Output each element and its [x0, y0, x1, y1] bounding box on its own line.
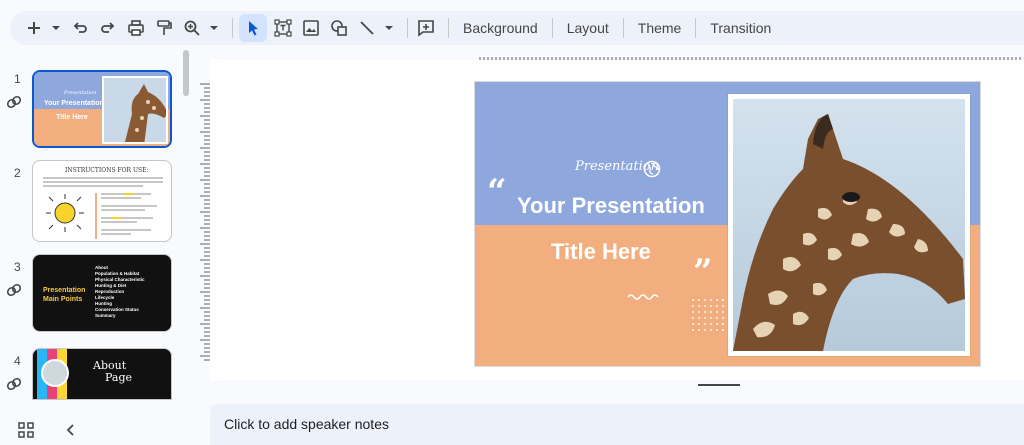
- zoom-button[interactable]: [180, 14, 204, 42]
- thumb-title-line-1: Your Presentation: [44, 100, 104, 107]
- new-slide-button[interactable]: [22, 14, 46, 42]
- undo-button[interactable]: [68, 14, 92, 42]
- toolbar-divider: [695, 18, 697, 38]
- caret-icon: [52, 26, 60, 30]
- canvas-scroll-indicator[interactable]: [698, 384, 740, 386]
- globe-icon: [643, 160, 661, 178]
- slide-number: 3: [14, 260, 21, 274]
- image-button[interactable]: [299, 14, 323, 42]
- instructions-thumbnail-content: [43, 177, 163, 239]
- thumb-heading: INSTRUCTIONS FOR USE:: [65, 167, 149, 174]
- filmstrip-scrollbar[interactable]: [183, 50, 189, 96]
- toolbar-divider: [407, 18, 408, 38]
- quote-close-mark: ”: [693, 252, 713, 292]
- slide-number: 4: [14, 354, 21, 368]
- undo-icon: [73, 22, 87, 33]
- slide-number: 2: [14, 166, 21, 180]
- shape-button[interactable]: [327, 14, 351, 42]
- link-icon: [6, 95, 22, 109]
- line-button[interactable]: [355, 14, 379, 42]
- thumb-brand: Presentation: [64, 90, 97, 96]
- shape-icon: [331, 20, 347, 36]
- thumb-title-line-2: Title Here: [56, 114, 88, 121]
- giraffe-image: [125, 84, 166, 142]
- print-icon: [128, 20, 144, 36]
- thumb-title-line-2: Page: [105, 371, 133, 384]
- slide-thumbnail[interactable]: About Page: [32, 348, 172, 400]
- slide-thumbnail[interactable]: Presentation Main Points About Populatio…: [32, 254, 172, 332]
- chevron-left-icon[interactable]: [64, 422, 78, 438]
- slide-thumbnail[interactable]: INSTRUCTIONS FOR USE:: [32, 160, 172, 242]
- link-icon: [6, 283, 22, 297]
- paint-format-button[interactable]: [152, 14, 176, 42]
- select-button[interactable]: [239, 14, 267, 42]
- grid-view-icon[interactable]: [18, 422, 34, 438]
- layout-button[interactable]: Layout: [559, 14, 617, 42]
- quote-open-mark: “: [487, 172, 507, 212]
- caret-icon: [210, 26, 218, 30]
- add-comment-button[interactable]: [414, 14, 438, 42]
- slide-main[interactable]: Presentation “ Your Presentation Title H…: [474, 81, 981, 367]
- slide-filmstrip: 1 Presentation Your Presentation Title H…: [0, 50, 195, 401]
- plus-icon: [28, 22, 40, 34]
- thumb-title-line-2: Main Points: [43, 296, 83, 303]
- textbox-button[interactable]: [271, 14, 295, 42]
- filmstrip-slide-1[interactable]: 1 Presentation Your Presentation Title H…: [0, 62, 180, 148]
- line-dropdown[interactable]: [383, 14, 395, 42]
- toolbar-divider: [551, 18, 553, 38]
- slide-title-line-1[interactable]: Your Presentation: [517, 193, 705, 219]
- comment-add-icon: [418, 20, 434, 37]
- theme-button[interactable]: Theme: [630, 14, 690, 42]
- slide-number: 1: [14, 72, 21, 86]
- thumb-title-line-1: Presentation: [43, 287, 86, 294]
- print-button[interactable]: [124, 14, 148, 42]
- filmstrip-slide-3[interactable]: 3 Presentation Main Points About Populat…: [0, 250, 180, 334]
- toolbar: Background Layout Theme Transition: [10, 11, 1024, 45]
- redo-icon: [101, 22, 115, 33]
- wave-decoration: [627, 294, 659, 300]
- zoom-dropdown[interactable]: [208, 14, 220, 42]
- toolbar-divider: [622, 18, 624, 38]
- speaker-notes-placeholder[interactable]: Click to add speaker notes: [224, 416, 389, 432]
- line-icon: [360, 21, 374, 35]
- giraffe-image: [733, 99, 965, 351]
- link-icon: [6, 377, 22, 391]
- speaker-notes[interactable]: Click to add speaker notes: [210, 404, 1024, 445]
- giraffe-photo[interactable]: [728, 94, 970, 356]
- caret-icon: [385, 26, 393, 30]
- thumb-list-item: Summary: [95, 313, 116, 318]
- new-slide-dropdown[interactable]: [50, 14, 62, 42]
- paint-format-icon: [157, 20, 172, 35]
- slide-thumbnail[interactable]: Presentation Your Presentation Title Her…: [32, 70, 172, 148]
- thumb-list: About Population & Habitat Physical Char…: [95, 265, 145, 319]
- slide-title-line-2[interactable]: Title Here: [551, 239, 651, 265]
- dot-pattern-decoration: [692, 299, 724, 331]
- filmstrip-slide-2[interactable]: 2 INSTRUCTIONS FOR USE:: [0, 156, 180, 242]
- transition-button[interactable]: Transition: [702, 14, 779, 42]
- textbox-icon: [274, 19, 292, 37]
- toolbar-divider: [232, 18, 233, 38]
- select-icon: [249, 21, 258, 36]
- toolbar-divider: [448, 18, 449, 38]
- zoom-icon: [184, 20, 200, 36]
- image-icon: [303, 20, 319, 36]
- redo-button[interactable]: [96, 14, 120, 42]
- vertical-ruler: [200, 83, 210, 361]
- filmstrip-slide-4[interactable]: 4 About Page: [0, 344, 180, 428]
- background-button[interactable]: Background: [455, 14, 546, 42]
